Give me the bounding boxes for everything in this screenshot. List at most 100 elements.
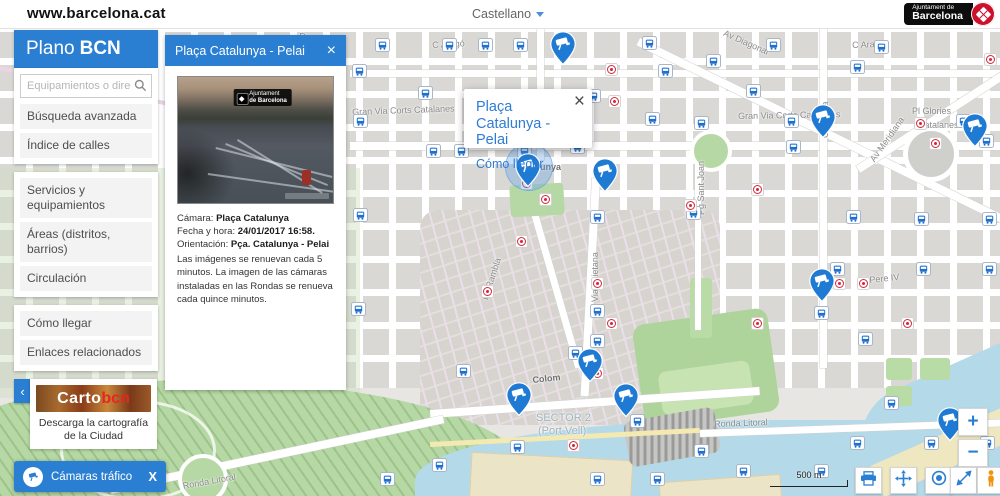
bus-in-image bbox=[302, 170, 311, 185]
traffic-camera-pin[interactable] bbox=[592, 158, 618, 192]
close-icon[interactable]: × bbox=[574, 91, 585, 113]
bus-transit-icon bbox=[784, 114, 799, 128]
traffic-camera-pin[interactable] bbox=[809, 268, 835, 302]
map-pier bbox=[469, 452, 634, 496]
street-label: Pl Glories bbox=[912, 106, 951, 116]
bus-transit-icon bbox=[982, 212, 997, 226]
search-input[interactable] bbox=[20, 74, 152, 98]
site-title[interactable]: www.barcelona.cat bbox=[27, 5, 166, 22]
app-window: RomaC AragóGran Via Corts CatalanesAv Di… bbox=[0, 0, 1000, 496]
traffic-incident-icon bbox=[751, 317, 764, 330]
bus-transit-icon bbox=[590, 472, 605, 486]
bus-transit-icon bbox=[456, 364, 471, 378]
bus-transit-icon bbox=[850, 436, 865, 450]
cartobcn-banner[interactable]: Cartobcn bbox=[36, 385, 151, 412]
bus-transit-icon bbox=[375, 38, 390, 52]
bus-transit-icon bbox=[380, 472, 395, 486]
map-popup: Plaça Catalunya - Pelai Cómo llegar × bbox=[464, 89, 592, 148]
map-green-block bbox=[920, 358, 950, 380]
sidebar-title: PlanoBCN bbox=[14, 30, 158, 68]
locate-button[interactable] bbox=[925, 467, 952, 494]
map-scale: 500 m bbox=[770, 470, 848, 487]
bus-transit-icon bbox=[352, 64, 367, 78]
camera-info: Cámara: Plaça Catalunya Fecha y hora: 24… bbox=[177, 212, 334, 251]
sidebar-item-b-squeda-avanzada[interactable]: Búsqueda avanzada bbox=[20, 104, 152, 129]
measure-button[interactable] bbox=[950, 467, 977, 494]
bus-transit-icon bbox=[642, 36, 657, 50]
bus-transit-icon bbox=[442, 38, 457, 52]
bus-transit-icon bbox=[694, 116, 709, 130]
toast-label: Cámaras tráfico bbox=[51, 471, 132, 483]
zoom-in-button[interactable]: + bbox=[958, 408, 988, 436]
search-icon bbox=[134, 79, 147, 97]
sidebar-panel: Servicios y equipamientosÁreas (distrito… bbox=[14, 172, 158, 297]
street-label: SECTOR 2 bbox=[536, 412, 591, 424]
center-map-button[interactable] bbox=[890, 467, 917, 494]
language-selector[interactable]: Castellano bbox=[472, 7, 544, 21]
camera-panel: Plaça Catalunya - Pelai × Ajuntament de … bbox=[165, 35, 346, 390]
camaras-trafico-toast: Cámaras tráfico X bbox=[14, 461, 166, 492]
image-timestamp-overlay bbox=[285, 193, 329, 199]
traffic-camera-pin[interactable] bbox=[506, 382, 532, 416]
traffic-incident-icon bbox=[481, 285, 494, 298]
traffic-incident-icon bbox=[539, 193, 552, 206]
camera-panel-body: Ajuntament de Barcelona Cámara: Plaça Ca… bbox=[165, 66, 346, 390]
traffic-incident-icon bbox=[984, 53, 997, 66]
sidebar-item-enlaces-relacionados[interactable]: Enlaces relacionados bbox=[20, 340, 152, 365]
carto-panel[interactable]: Cartobcn Descarga la cartografía de la C… bbox=[30, 379, 157, 449]
street-view-button[interactable] bbox=[977, 467, 1000, 494]
bus-transit-icon bbox=[706, 54, 721, 68]
bus-transit-icon bbox=[418, 86, 433, 100]
traffic-camera-pin[interactable] bbox=[613, 383, 639, 417]
close-icon[interactable]: X bbox=[148, 469, 157, 484]
traffic-camera-pin[interactable] bbox=[962, 113, 988, 147]
sidebar-item-reas-distritos-barrios[interactable]: Áreas (distritos, barrios) bbox=[20, 222, 152, 262]
image-watermark: Ajuntament de Barcelona bbox=[233, 89, 292, 106]
barcelona-emblem-icon bbox=[971, 2, 995, 26]
traffic-incident-icon bbox=[929, 137, 942, 150]
sidebar-item-c-mo-llegar[interactable]: Cómo llegar bbox=[20, 311, 152, 336]
sidebar-item-ndice-de-calles[interactable]: Índice de calles bbox=[20, 133, 152, 158]
street-label: (Port Vell) bbox=[538, 425, 586, 437]
bus-transit-icon bbox=[513, 38, 528, 52]
traffic-incident-icon bbox=[684, 199, 697, 212]
traffic-camera-pin[interactable] bbox=[550, 31, 576, 65]
close-icon[interactable]: × bbox=[327, 43, 336, 59]
bus-transit-icon bbox=[884, 396, 899, 410]
bus-transit-icon bbox=[914, 212, 929, 226]
bus-transit-icon bbox=[426, 144, 441, 158]
sidebar-item-servicios-y-equipamientos[interactable]: Servicios y equipamientos bbox=[20, 178, 152, 218]
print-button[interactable] bbox=[855, 467, 882, 494]
traffic-camera-pin[interactable] bbox=[577, 348, 603, 382]
traffic-incident-icon bbox=[591, 277, 604, 290]
ajuntament-logo[interactable]: Ajuntament de Barcelona bbox=[904, 2, 995, 26]
map-popup-title: Plaça Catalunya - Pelai bbox=[476, 99, 580, 149]
map-green-block bbox=[886, 358, 912, 380]
traffic-incident-icon bbox=[608, 95, 621, 108]
traffic-camera-pin[interactable] bbox=[810, 104, 836, 138]
bus-transit-icon bbox=[510, 440, 525, 454]
bus-transit-icon bbox=[658, 64, 673, 78]
zoom-out-button[interactable]: − bbox=[958, 439, 988, 467]
chevron-down-icon bbox=[536, 12, 544, 17]
bus-transit-icon bbox=[645, 112, 660, 126]
street-label: Ronda Litoral bbox=[714, 417, 768, 429]
carto-section: ‹ Cartobcn Descarga la cartografía de la… bbox=[14, 379, 158, 449]
bus-transit-icon bbox=[736, 464, 751, 478]
sidebar-item-circulaci-n[interactable]: Circulación bbox=[20, 266, 152, 291]
camera-panel-title: Plaça Catalunya - Pelai bbox=[175, 44, 305, 58]
bus-transit-icon bbox=[590, 304, 605, 318]
top-bar: www.barcelona.cat Castellano Ajuntament … bbox=[0, 0, 1000, 29]
sidebar-search-panel: Búsqueda avanzada Índice de calles bbox=[14, 68, 158, 164]
bus-transit-icon bbox=[478, 38, 493, 52]
como-llegar-link[interactable]: Cómo llegar bbox=[476, 157, 580, 171]
map-placa-glories bbox=[903, 126, 959, 182]
bus-transit-icon bbox=[982, 262, 997, 276]
sidebar-collapse-button[interactable]: ‹ bbox=[14, 379, 31, 403]
carto-caption: Descarga la cartografía de la Ciudad bbox=[36, 417, 151, 443]
bus-transit-icon bbox=[694, 444, 709, 458]
measure-icon bbox=[956, 470, 972, 491]
bus-transit-icon bbox=[814, 306, 829, 320]
camera-note: Las imágenes se renuevan cada 5 minutos.… bbox=[177, 253, 334, 305]
bus-transit-icon bbox=[850, 60, 865, 74]
